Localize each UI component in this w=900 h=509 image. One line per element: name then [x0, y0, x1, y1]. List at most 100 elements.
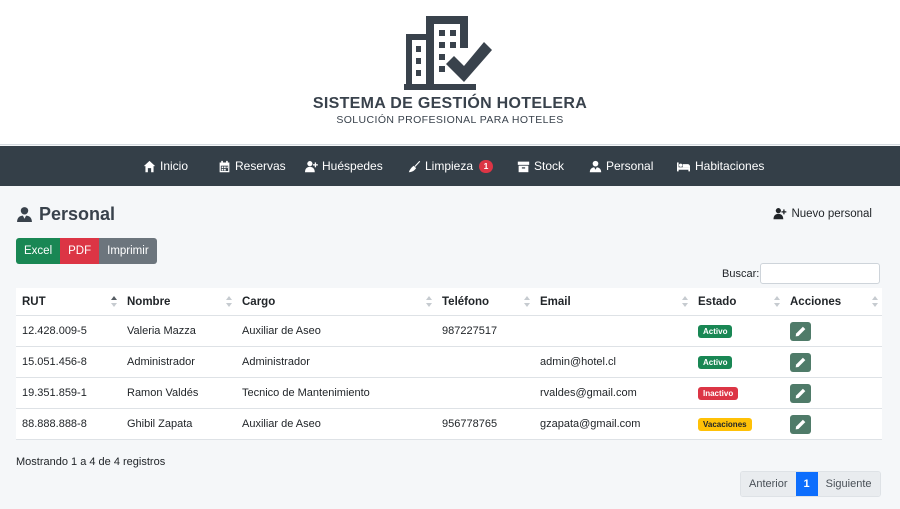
cell-email: admin@hotel.cl	[540, 356, 616, 368]
pencil-icon	[795, 326, 806, 336]
cell-cargo: Tecnico de Mantenimiento	[242, 387, 370, 399]
nav-label-personal: Personal	[606, 159, 654, 173]
pagination: Anterior 1 Siguiente	[740, 471, 881, 497]
new-personal-button[interactable]: Nuevo personal	[773, 207, 872, 220]
search-label: Buscar:	[722, 268, 760, 280]
next-page-button[interactable]: Siguiente	[817, 472, 880, 496]
nav-item-personal[interactable]: Personal	[589, 146, 653, 186]
cell-estado: Activo	[692, 316, 784, 347]
nav-item-huespedes[interactable]: Huéspedes	[305, 146, 383, 186]
cell-nombre: Ramon Valdés	[127, 387, 199, 399]
nav-item-limpieza[interactable]: Limpieza 1	[408, 146, 494, 186]
table-row: 12.428.009-5 Valeria Mazza Auxiliar de A…	[16, 316, 882, 347]
print-button[interactable]: Imprimir	[99, 238, 157, 264]
table-row: 15.051.456-8 Administrador Administrador…	[16, 347, 882, 378]
cell-email: rvaldes@gmail.com	[540, 387, 637, 399]
nav-item-inicio[interactable]: Inicio	[143, 146, 188, 186]
search-input[interactable]	[760, 263, 880, 284]
cell-acciones	[784, 347, 882, 378]
nav-label-reservas: Reservas	[235, 159, 286, 173]
table-header: RUT Nombre Cargo Teléfono Email Estado A…	[16, 288, 882, 316]
pdf-button[interactable]: PDF	[60, 238, 100, 264]
column-header-rut[interactable]: RUT	[16, 288, 121, 316]
new-personal-label: Nuevo personal	[791, 207, 872, 220]
sort-icon	[226, 296, 232, 308]
cell-telefono: 956778765	[442, 418, 498, 430]
prev-page-button[interactable]: Anterior	[741, 472, 796, 496]
column-header-estado[interactable]: Estado	[692, 288, 784, 316]
user-tie-icon	[17, 207, 32, 222]
edit-button[interactable]	[790, 352, 811, 372]
cell-estado: Activo	[692, 347, 784, 378]
column-header-cargo[interactable]: Cargo	[236, 288, 436, 316]
cell-acciones	[784, 316, 882, 347]
hotel-building-check-icon	[404, 16, 492, 90]
main-navbar: Inicio Reservas Huéspedes Limpieza 1 Sto…	[0, 146, 900, 186]
nav-label-inicio: Inicio	[160, 159, 189, 173]
column-header-label: RUT	[22, 296, 46, 308]
nav-label-limpieza: Limpieza	[425, 159, 474, 173]
cell-telefono	[436, 378, 534, 409]
limpieza-count-badge: 1	[479, 159, 494, 173]
sort-icon	[774, 296, 780, 308]
sort-asc-icon	[111, 296, 117, 308]
cell-nombre: Ghibil Zapata	[127, 418, 193, 430]
user-plus-icon	[773, 208, 787, 220]
cell-rut: 88.888.888-8	[22, 418, 87, 430]
page-button-current[interactable]: 1	[795, 472, 818, 496]
nav-item-habitaciones[interactable]: Habitaciones	[676, 146, 764, 186]
personal-table: RUT Nombre Cargo Teléfono Email Estado A…	[16, 288, 882, 440]
sort-icon	[682, 296, 688, 308]
home-icon	[143, 160, 156, 172]
pencil-icon	[795, 419, 806, 429]
cell-estado: Inactivo	[692, 378, 784, 409]
column-header-label: Cargo	[242, 296, 276, 308]
brand-subtitle: SOLUCIÓN PROFESIONAL PARA HOTELES	[336, 114, 564, 126]
cell-estado: Vacaciones	[692, 409, 784, 440]
pencil-icon	[795, 388, 806, 398]
status-badge: Activo	[698, 355, 733, 369]
column-header-email[interactable]: Email	[534, 288, 692, 316]
table-row: 19.351.859-1 Ramon Valdés Tecnico de Man…	[16, 378, 882, 409]
page-title: Personal	[16, 204, 115, 225]
cell-rut: 12.428.009-5	[22, 325, 87, 337]
broom-icon	[408, 160, 421, 172]
edit-button[interactable]	[790, 414, 811, 434]
export-button-group: Excel PDF Imprimir	[16, 238, 157, 264]
nav-label-stock: Stock	[534, 159, 565, 173]
edit-button[interactable]	[790, 383, 811, 403]
cell-rut: 15.051.456-8	[22, 356, 87, 368]
cell-acciones	[784, 378, 882, 409]
sort-icon	[524, 296, 530, 308]
status-badge: Activo	[698, 324, 733, 338]
cell-cargo: Auxiliar de Aseo	[242, 325, 321, 337]
column-header-telefono[interactable]: Teléfono	[436, 288, 534, 316]
cell-email	[534, 316, 692, 347]
nav-item-reservas[interactable]: Reservas	[218, 146, 286, 186]
nav-label-huespedes: Huéspedes	[322, 159, 383, 173]
excel-button[interactable]: Excel	[16, 238, 61, 264]
bed-icon	[677, 161, 690, 171]
column-header-label: Teléfono	[442, 296, 490, 308]
user-tie-icon	[589, 160, 602, 172]
cell-acciones	[784, 409, 882, 440]
cell-nombre: Administrador	[127, 356, 195, 368]
column-header-label: Acciones	[790, 296, 842, 308]
cell-cargo: Administrador	[242, 356, 310, 368]
cell-rut: 19.351.859-1	[22, 387, 87, 399]
cell-telefono	[436, 347, 534, 378]
status-badge: Vacaciones	[698, 417, 752, 431]
site-header: SISTEMA DE GESTIÓN HOTELERA SOLUCIÓN PRO…	[0, 0, 900, 145]
nav-item-stock[interactable]: Stock	[517, 146, 564, 186]
table-info: Mostrando 1 a 4 de 4 registros	[16, 456, 166, 468]
edit-button[interactable]	[790, 321, 811, 341]
column-header-label: Estado	[698, 296, 737, 308]
sort-icon	[426, 296, 432, 308]
cell-nombre: Valeria Mazza	[127, 325, 196, 337]
cell-cargo: Auxiliar de Aseo	[242, 418, 321, 430]
column-header-label: Nombre	[127, 296, 171, 308]
column-header-acciones[interactable]: Acciones	[784, 288, 882, 316]
nav-label-habitaciones: Habitaciones	[695, 159, 765, 173]
brand-title: SISTEMA DE GESTIÓN HOTELERA	[312, 95, 588, 112]
column-header-nombre[interactable]: Nombre	[121, 288, 236, 316]
